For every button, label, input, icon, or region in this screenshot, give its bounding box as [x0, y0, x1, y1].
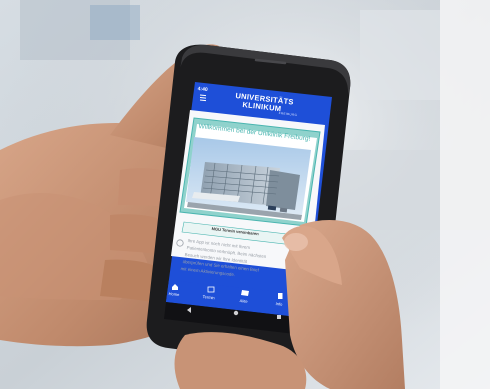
bg-blur-shape [90, 5, 140, 40]
nav-item-home[interactable]: Home [168, 291, 179, 297]
nav-item-akte[interactable]: Akte [239, 298, 248, 304]
bg-blur-shape [360, 10, 440, 100]
building-side [266, 170, 300, 210]
nav-item-info[interactable]: Info [275, 301, 282, 307]
home-nav-icon [233, 310, 239, 316]
photo-scene [0, 0, 490, 389]
car [279, 207, 288, 213]
document-icon [278, 293, 283, 299]
hospital-building-image [186, 137, 311, 220]
photo: 4:40 UNIVERSITÄTS KLINIKUM FREIBURG Will… [0, 0, 490, 389]
folder-icon [241, 290, 249, 296]
right-thumbnail [284, 233, 308, 251]
bg-blur-shape [440, 0, 490, 389]
status-time: 4:40 [197, 86, 208, 94]
recents-nav-icon [277, 315, 281, 319]
